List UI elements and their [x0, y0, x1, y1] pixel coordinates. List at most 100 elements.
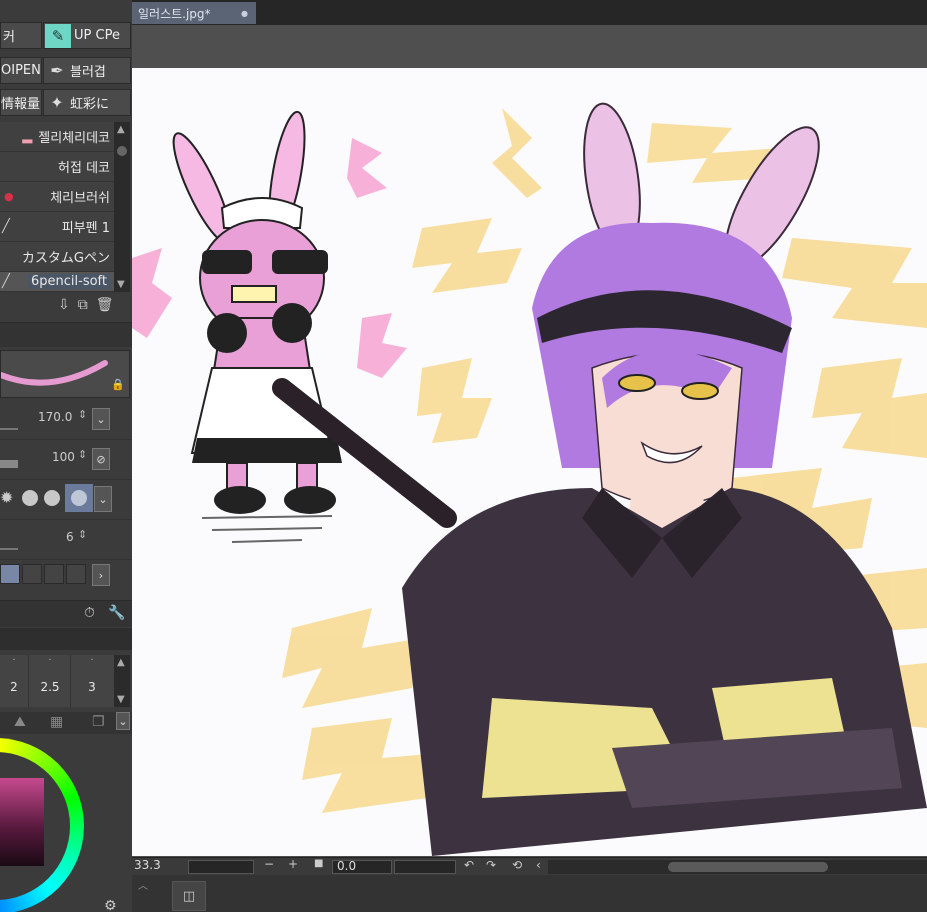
brush-button-iris[interactable]: ✦ 虹彩に	[43, 89, 131, 116]
texture-swatch[interactable]	[0, 564, 20, 584]
timer-icon[interactable]: ⏱	[84, 605, 95, 621]
tip-option[interactable]	[22, 490, 38, 506]
brush-button-info[interactable]: 情報量	[0, 89, 42, 116]
texture-swatch[interactable]	[22, 564, 42, 584]
brush-list-item[interactable]: ▂ 젤리체리데코	[0, 122, 114, 152]
brush-size-value[interactable]: 170.0	[38, 410, 72, 424]
spinner-icon[interactable]: ⇕	[78, 528, 87, 541]
brush-button-label: 虹彩に	[70, 97, 110, 112]
stabilizer-preset[interactable]: · 2.5	[30, 655, 71, 707]
scroll-down-icon[interactable]: ▼	[117, 279, 125, 290]
duplicate-icon[interactable]: ⧉	[78, 297, 88, 317]
opacity-slider[interactable]	[0, 460, 18, 468]
brush-list-label: 체리브러쉬	[50, 191, 110, 206]
brush-list-actions: ⇩ ⧉ 🗑	[58, 297, 130, 317]
panel-toggle-icon[interactable]: ◫	[172, 881, 206, 911]
brush-size-row: 170.0 ⇕ ⌄	[0, 400, 132, 440]
pen-icon: ✎	[45, 23, 71, 48]
spinner-icon[interactable]: ⇕	[78, 448, 87, 461]
illustration-canvas[interactable]	[132, 68, 927, 856]
zoom-slider[interactable]	[188, 860, 254, 874]
zoom-value[interactable]: 33.3	[134, 858, 161, 872]
horizontal-scrollbar[interactable]	[548, 860, 927, 874]
size-dynamics-button[interactable]: ⌄	[92, 408, 110, 430]
brush-list-label: 6pencil-soft	[28, 274, 110, 289]
reset-rotation-icon[interactable]: ⟲	[512, 858, 522, 872]
brush-button-up-cp[interactable]: ✎ UP CPe	[43, 22, 131, 49]
brush-preview-icon: ▂	[22, 129, 33, 144]
stabilizer-preset-label: 2	[10, 680, 18, 694]
brush-list-item-selected[interactable]: ╱ 6pencil-soft	[0, 272, 114, 292]
color-wheel-panel: ⚙	[0, 734, 132, 912]
size-slider[interactable]	[0, 428, 18, 430]
brush-tip-row: ✹ ⌄	[0, 480, 132, 520]
wrench-icon[interactable]: 🔧	[108, 605, 125, 621]
rotate-right-icon[interactable]: ↷	[486, 858, 496, 872]
chibi-bunny	[172, 110, 457, 543]
rotation-field[interactable]: 0.0	[332, 859, 392, 874]
texture-swatch[interactable]	[44, 564, 64, 584]
brush-button-marker[interactable]: 커	[0, 22, 42, 49]
stabilizer-preset[interactable]: · 2	[0, 655, 29, 707]
stabilization-slider[interactable]	[0, 548, 18, 550]
film-icon[interactable]: ▦	[50, 714, 63, 730]
opacity-value[interactable]: 100	[52, 450, 75, 464]
chevron-down-icon: ⌄	[118, 714, 128, 728]
scroll-up-icon[interactable]: ▲	[117, 124, 125, 135]
import-icon[interactable]: ⇩	[58, 297, 70, 317]
chevron-up-icon[interactable]: ︿	[138, 877, 148, 892]
brush-list-item[interactable]: ● 체리브러쉬	[0, 182, 114, 212]
close-tab-icon[interactable]: ●	[241, 9, 248, 18]
fit-icon[interactable]: ■	[314, 858, 323, 869]
mountain-icon[interactable]: ⛰	[14, 714, 26, 730]
color-panel-menu[interactable]: ⌄	[116, 712, 130, 730]
tip-dot	[71, 490, 87, 506]
tip-option-selected[interactable]	[65, 484, 93, 512]
saturation-value-square[interactable]	[0, 778, 44, 866]
stroke-preview-graphic	[0, 360, 108, 386]
scroll-up-icon[interactable]: ▲	[117, 657, 125, 668]
panel-divider	[0, 628, 132, 650]
zoom-in-icon[interactable]: +	[288, 857, 298, 871]
brush-stroke-preview: 🔒	[0, 350, 130, 398]
chevron-left-icon[interactable]: ‹	[536, 858, 541, 872]
tool-property-footer: ⏱ 🔧	[0, 600, 132, 627]
lock-icon[interactable]: 🔒	[111, 378, 125, 391]
layers-icon[interactable]: ❐	[92, 714, 105, 730]
tip-menu-button[interactable]: ⌄	[94, 486, 112, 512]
zoom-out-icon[interactable]: −	[264, 857, 274, 871]
sparkle-icon: ✦	[50, 93, 64, 112]
brush-list-label: カスタムGペン	[21, 251, 110, 266]
trash-icon[interactable]: 🗑	[96, 297, 114, 317]
rotation-value: 0.0	[337, 859, 357, 873]
scrollbar-thumb[interactable]	[668, 862, 828, 872]
gear-icon[interactable]: ⚙	[104, 898, 117, 912]
stabilizer-scrollbar[interactable]: ▲ ▼	[114, 655, 130, 707]
opacity-dynamics-button[interactable]: ⊘	[92, 448, 110, 470]
brush-list-item[interactable]: 허접 데코	[0, 152, 114, 182]
document-tab[interactable]: 일러스트.jpg* ●	[132, 2, 256, 24]
panel-header	[0, 322, 132, 347]
scroll-down-icon[interactable]: ▼	[117, 694, 125, 705]
stabilizer-preset[interactable]: · 3	[72, 655, 112, 707]
cherry-icon: ●	[4, 190, 14, 203]
blend-pen-icon: ✒	[50, 61, 64, 80]
rotation-slider[interactable]	[394, 860, 456, 874]
stabilization-value[interactable]: 6	[66, 530, 74, 544]
brush-button-blur[interactable]: ✒ 블러겹	[43, 57, 131, 84]
rotate-left-icon[interactable]: ↶	[464, 858, 474, 872]
tip-option[interactable]	[44, 490, 60, 506]
stabilizer-presets: · 2 · 2.5 · 3	[0, 655, 114, 707]
spinner-icon[interactable]: ⇕	[78, 408, 87, 421]
brush-list-label: 피부펜 1	[61, 221, 110, 236]
brush-list-scrollbar[interactable]: ▲ ▼	[114, 122, 130, 292]
brush-button-oipen[interactable]: OIPEN	[0, 57, 42, 84]
scroll-thumb[interactable]	[117, 146, 127, 156]
swatch-next-button[interactable]: ›	[92, 564, 110, 586]
tip-shape-icon[interactable]: ✹	[0, 488, 13, 507]
stabilizer-preset-label: 3	[88, 680, 96, 694]
brush-list-item[interactable]: ╱ 피부펜 1	[0, 212, 114, 242]
brush-list-item[interactable]: カスタムGペン	[0, 242, 114, 272]
chevron-down-icon: ⌄	[96, 412, 106, 426]
texture-swatch[interactable]	[66, 564, 86, 584]
